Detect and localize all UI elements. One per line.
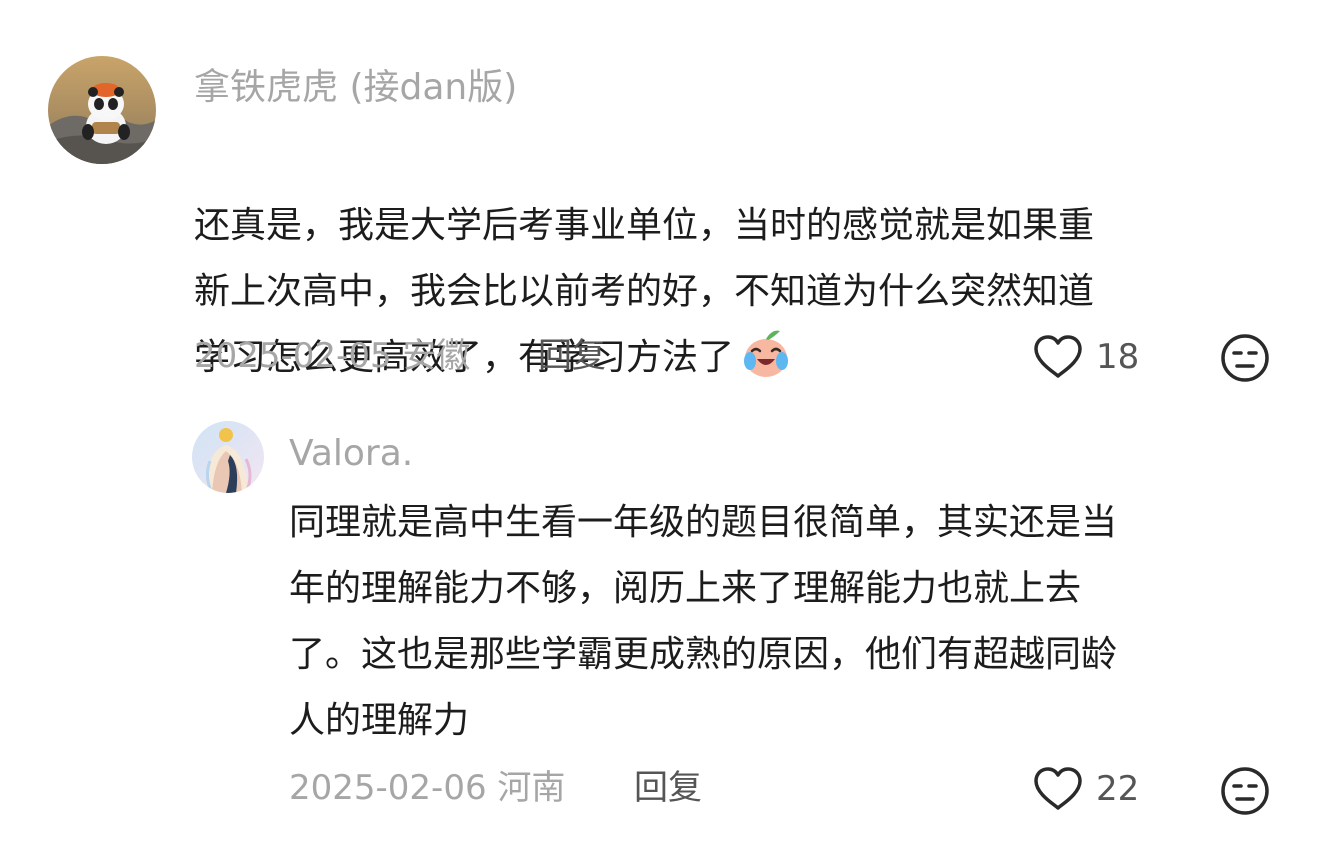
reply-avatar[interactable] [192,421,264,493]
comment-username[interactable]: 拿铁虎虎 (接dan版) [194,66,517,110]
crying-laughing-peach-emoji [738,325,794,381]
reply-location: 河南 [497,768,566,808]
comment-date: 2025-02-05 [194,336,392,376]
comment-meta: 2025-02-05 安徽 [194,334,470,378]
reply-like-button[interactable]: 22 [1032,764,1139,814]
comment-avatar[interactable] [48,56,156,164]
avatar-image-illustration [192,421,264,493]
reply-like-count: 22 [1096,769,1140,809]
reply-dislike-button[interactable] [1220,766,1270,816]
comment-dislike-button[interactable] [1220,333,1270,383]
reply-reply-button[interactable]: 回复 [634,766,702,810]
reply-meta: 2025-02-06 河南 [289,766,565,810]
comment-thread: 拿铁虎虎 (接dan版) 还真是，我是大学后考事业单位，当时的感觉就是如果重 新… [0,0,1320,846]
comment-reply-button[interactable]: 回复 [538,334,606,378]
comment-location: 安徽 [402,336,471,376]
comment-like-count: 18 [1096,337,1140,377]
neutral-face-icon [1221,767,1269,815]
heart-outline-icon [1034,767,1082,810]
reply-date: 2025-02-06 [289,768,487,808]
reply-username[interactable]: Valora. [289,432,413,476]
reply-text: 同理就是高中生看一年级的题目很简单，其实还是当 年的理解能力不够，阅历上来了理解… [289,502,1118,741]
heart-outline-icon [1034,335,1082,378]
comment-like-button[interactable]: 18 [1032,332,1139,382]
avatar-image-panda [48,56,156,164]
neutral-face-icon [1221,334,1269,382]
